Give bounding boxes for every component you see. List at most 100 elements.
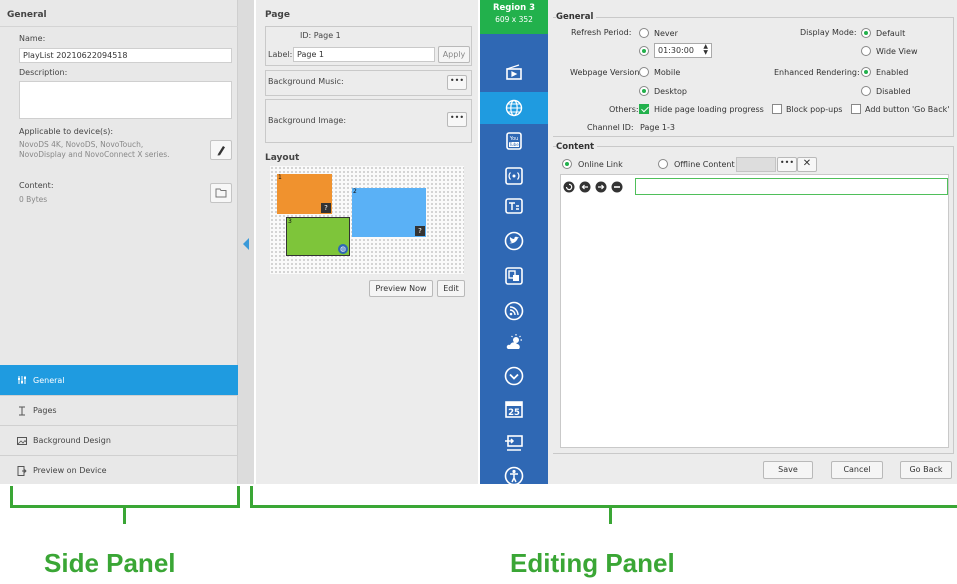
hide-progress-checkbox[interactable] xyxy=(639,104,649,114)
add-back-checkbox[interactable] xyxy=(851,104,861,114)
online-link-radio[interactable] xyxy=(562,159,572,169)
side-panel: General Name: PlayList 20210622094518 De… xyxy=(0,0,238,484)
stop-icon[interactable] xyxy=(611,181,623,193)
layout-title: Layout xyxy=(265,153,300,163)
background-music-label: Background Music: xyxy=(268,77,344,86)
open-folder-button[interactable] xyxy=(210,183,232,203)
display-mode-label: Display Mode: xyxy=(800,28,857,37)
disabled-label: Disabled xyxy=(876,87,911,96)
background-image-box: Background Image: ••• xyxy=(265,99,472,143)
accessibility-widget-button[interactable] xyxy=(504,466,524,486)
nav-pages[interactable]: Pages xyxy=(0,395,238,425)
svg-text:Tube: Tube xyxy=(508,142,519,147)
page-label-label: Label: xyxy=(268,50,293,59)
preview-now-button[interactable]: Preview Now xyxy=(369,280,433,297)
enabled-radio[interactable] xyxy=(861,67,871,77)
web-preview-area[interactable] xyxy=(560,174,949,448)
input-source-widget-button[interactable] xyxy=(504,433,524,453)
nav-preview-on-device-label: Preview on Device xyxy=(33,466,107,475)
office-widget-button[interactable] xyxy=(504,266,524,286)
background-music-browse-button[interactable]: ••• xyxy=(447,75,467,90)
collapse-arrow-icon xyxy=(243,238,249,250)
offline-content-label: Offline Content xyxy=(674,160,735,169)
description-textarea[interactable] xyxy=(19,81,232,119)
nav-preview-on-device[interactable]: Preview on Device xyxy=(0,455,238,485)
calendar-icon: 25 xyxy=(505,401,523,418)
mobile-radio[interactable] xyxy=(639,67,649,77)
edit-layout-button[interactable]: Edit xyxy=(437,280,465,297)
offline-browse-button[interactable]: ••• xyxy=(777,157,797,172)
add-back-label: Add button 'Go Back' xyxy=(865,105,950,114)
accessibility-icon xyxy=(504,466,524,486)
refresh-never-radio[interactable] xyxy=(639,28,649,38)
calendar-widget-button[interactable]: 25 xyxy=(504,399,524,419)
disabled-radio[interactable] xyxy=(861,86,871,96)
desktop-radio[interactable] xyxy=(639,86,649,96)
collapse-handle[interactable] xyxy=(238,0,254,484)
editing-panel: General Refresh Period: Never 01:30:00 ▲… xyxy=(548,0,957,484)
description-label: Description: xyxy=(19,68,68,77)
region-2[interactable]: 2 ? xyxy=(352,188,426,237)
side-panel-caption: Side Panel xyxy=(44,548,176,578)
time-stepper-icon[interactable]: ▲ ▼ xyxy=(703,44,708,56)
input-source-icon xyxy=(505,435,523,451)
page-panel-title: Page xyxy=(265,10,290,20)
back-arrow-icon[interactable] xyxy=(579,181,591,193)
reload-icon[interactable] xyxy=(563,181,575,193)
editing-panel-caption: Editing Panel xyxy=(510,548,675,578)
weather-widget-button[interactable] xyxy=(504,333,524,353)
region-1[interactable]: 1 ? xyxy=(277,174,332,214)
page-label-input[interactable]: Page 1 xyxy=(293,47,435,62)
default-label: Default xyxy=(876,29,906,38)
page-panel: Page ID: Page 1 Label: Page 1 Apply Back… xyxy=(256,0,478,484)
url-input[interactable] xyxy=(635,178,948,195)
name-label: Name: xyxy=(19,34,46,43)
offline-content-input[interactable] xyxy=(736,157,776,172)
hide-progress-label: Hide page loading progress xyxy=(654,105,764,114)
go-back-button[interactable]: Go Back xyxy=(900,461,952,479)
refresh-interval-radio[interactable] xyxy=(639,46,649,56)
page-id-box: ID: Page 1 Label: Page 1 Apply xyxy=(265,26,472,66)
apply-button[interactable]: Apply xyxy=(438,46,470,63)
region-name: Region 3 xyxy=(492,3,536,13)
video-widget-button[interactable] xyxy=(504,62,524,82)
nav-general-label: General xyxy=(33,375,65,385)
block-popups-checkbox[interactable] xyxy=(772,104,782,114)
nav-background-design[interactable]: Background Design xyxy=(0,425,238,455)
page-id-text: ID: Page 1 xyxy=(300,31,341,40)
web-widget-button[interactable] xyxy=(480,92,548,124)
wide-view-radio[interactable] xyxy=(861,46,871,56)
region-title: Region 3 609 x 352 xyxy=(480,0,548,34)
refresh-time-input[interactable]: 01:30:00 ▲ ▼ xyxy=(654,43,712,58)
default-radio[interactable] xyxy=(861,28,871,38)
background-image-browse-button[interactable]: ••• xyxy=(447,112,467,127)
region-3[interactable]: 3 ◍ xyxy=(286,217,350,256)
region-help-icon[interactable]: ? xyxy=(415,226,425,236)
region-help-icon[interactable]: ? xyxy=(321,203,331,213)
editing-panel-bracket-stem xyxy=(609,506,612,524)
rss-feed-widget-button[interactable] xyxy=(504,166,524,186)
refresh-time-value: 01:30:00 xyxy=(658,46,694,55)
twitter-widget-button[interactable] xyxy=(504,231,524,251)
forward-arrow-icon[interactable] xyxy=(595,181,607,193)
clear-offline-button[interactable]: ✕ xyxy=(797,157,817,172)
image-icon xyxy=(17,436,27,445)
others-label: Others: xyxy=(609,105,639,114)
name-input[interactable]: PlayList 20210622094518 xyxy=(19,48,232,63)
cancel-button[interactable]: Cancel xyxy=(831,461,883,479)
devices-text-line-2: NovoDisplay and NovoConnect X series. xyxy=(19,150,170,159)
offline-content-radio[interactable] xyxy=(658,159,668,169)
channel-id-label: Channel ID: xyxy=(587,123,634,132)
side-panel-bracket xyxy=(10,486,240,508)
nav-general[interactable]: General xyxy=(0,365,238,395)
region-number: 1 xyxy=(278,174,282,181)
rss-widget-button[interactable] xyxy=(504,301,524,321)
region-number: 3 xyxy=(288,218,292,225)
pencil-icon xyxy=(217,146,225,156)
save-button[interactable]: Save xyxy=(763,461,813,479)
youtube-widget-button[interactable]: You Tube xyxy=(504,131,524,151)
text-widget-button[interactable] xyxy=(504,196,524,216)
edit-devices-button[interactable] xyxy=(210,140,232,160)
more-widgets-button[interactable] xyxy=(504,366,524,386)
general-legend: General xyxy=(556,12,597,22)
